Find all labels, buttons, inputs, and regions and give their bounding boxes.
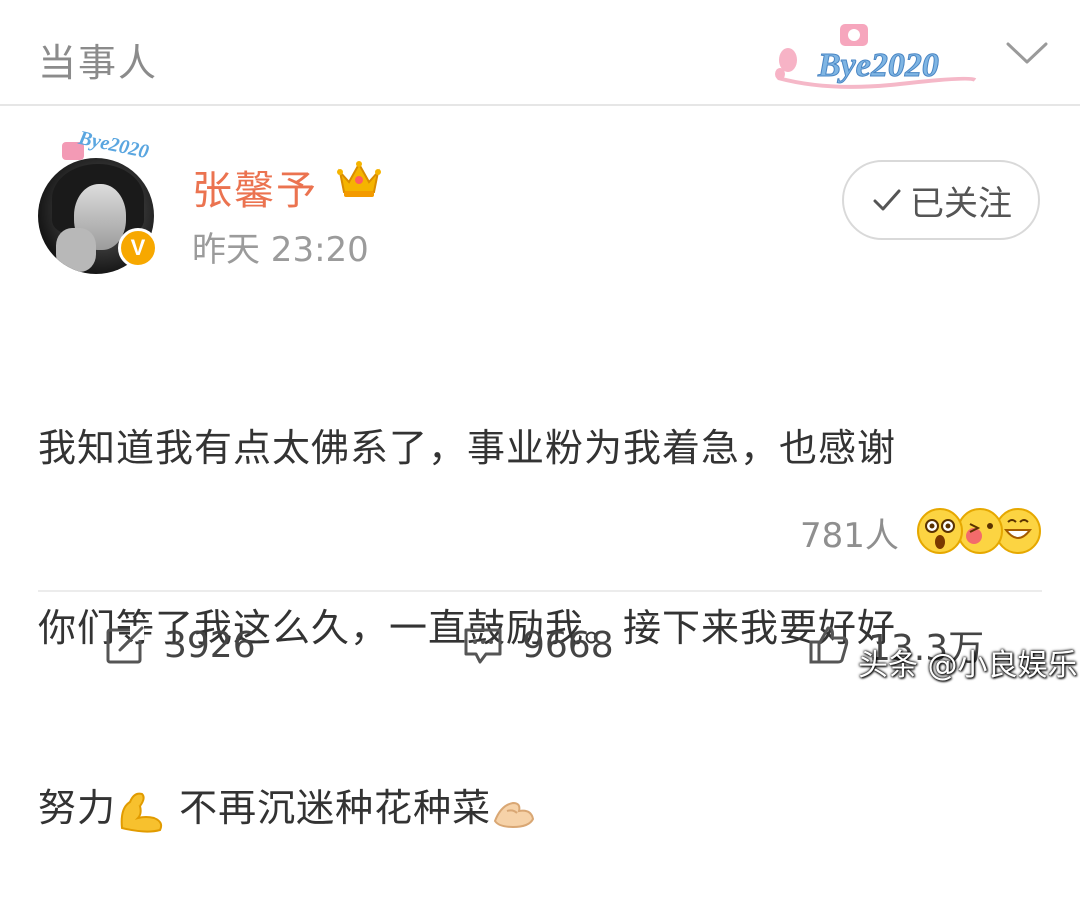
surprised-face-emoji-icon [917, 508, 963, 554]
thumbs-up-icon [809, 626, 849, 664]
repost-count: 3926 [164, 624, 256, 666]
comment-button[interactable]: 9668 [462, 620, 614, 670]
post-line-3: 努力 不再沉迷种花种菜 [38, 778, 1038, 838]
reaction-emojis[interactable] [914, 506, 1044, 556]
avatar[interactable]: Bye2020 V [38, 127, 160, 274]
follow-button-label: 已关注 [910, 183, 1012, 224]
comment-count: 9668 [522, 624, 614, 666]
post-timestamp: 昨天 23:20 [192, 230, 369, 270]
svg-text:Bye2020: Bye2020 [817, 47, 939, 84]
repost-button[interactable]: 3926 [104, 620, 256, 670]
post-line-3-b: 不再沉迷种花种菜 [166, 786, 492, 830]
post-line-3-a: 努力 [38, 786, 117, 830]
header-divider [0, 104, 1080, 106]
watermark: 头条 @小良娱乐 [858, 648, 1078, 683]
actions-divider [38, 590, 1042, 592]
crown-icon [337, 161, 381, 197]
reaction-count[interactable]: 781人 [800, 508, 899, 557]
follow-button[interactable]: 已关注 [842, 160, 1040, 240]
post-line-1: 我知道我有点太佛系了，事业粉为我着急，也感谢 [38, 426, 897, 470]
post-content: 我知道我有点太佛系了，事业粉为我着急，也感谢 你们等了我这么久，一直鼓励我。接下… [38, 298, 1038, 898]
kissing-face-emoji-icon [957, 508, 1003, 554]
repost-icon [106, 626, 144, 664]
flexed-biceps-emoji-icon [120, 792, 163, 833]
comment-icon [464, 628, 502, 664]
bye2020-badge-icon: Bye2020 [775, 24, 977, 89]
pinching-hands-emoji-icon [493, 801, 535, 828]
checkmark-icon [873, 189, 901, 211]
page-title: 当事人 [38, 41, 159, 85]
author-name[interactable]: 张馨予 [192, 158, 318, 216]
verified-badge-icon: V [118, 228, 158, 268]
chevron-down-icon[interactable] [1004, 38, 1050, 68]
